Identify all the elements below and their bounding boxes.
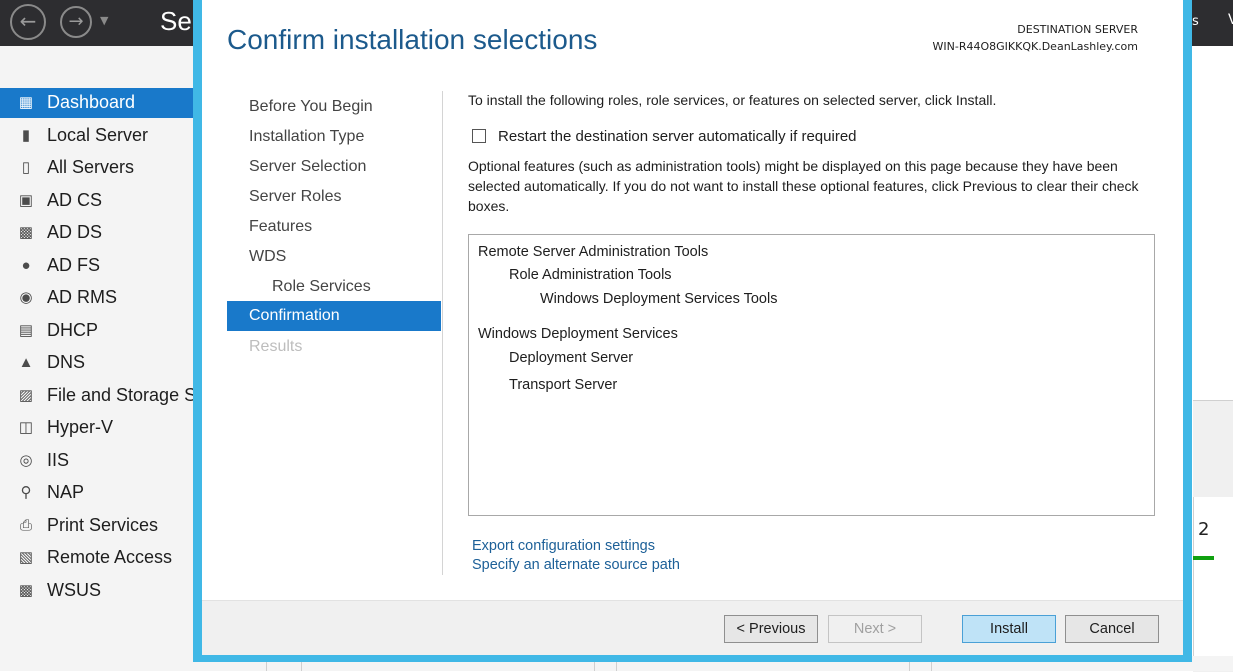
- federation-icon: ●: [21, 257, 31, 274]
- sidebar-item-dns[interactable]: ▲ DNS: [0, 348, 193, 378]
- step-confirmation[interactable]: Confirmation: [227, 301, 441, 331]
- sidebar-item-label: Local Server: [47, 125, 149, 145]
- iis-icon: ◎: [19, 452, 33, 469]
- selections-list[interactable]: Remote Server Administration Tools Role …: [468, 234, 1155, 516]
- list-item: Transport Server: [509, 377, 618, 393]
- sidebar-item-label: File and Storage Se: [47, 385, 193, 405]
- list-item: Role Administration Tools: [509, 267, 672, 283]
- sidebar-item-label: DHCP: [47, 320, 99, 340]
- directory-icon: ▩: [18, 224, 34, 241]
- step-label: Results: [249, 338, 303, 355]
- sidebar-item-nap[interactable]: ⚲ NAP: [0, 478, 193, 508]
- list-item: Remote Server Administration Tools: [478, 244, 709, 260]
- nap-icon: ⚲: [20, 484, 32, 501]
- servers-icon: ▯: [21, 159, 31, 176]
- install-button[interactable]: Install: [962, 615, 1056, 643]
- sidebar-item-label: WSUS: [47, 580, 101, 600]
- step-wds[interactable]: WDS: [227, 242, 441, 272]
- list-item: Windows Deployment Services: [478, 326, 678, 342]
- tile-status-bar: [1193, 556, 1214, 560]
- printer-icon: ⎙: [19, 517, 32, 534]
- sidebar-item-ad-fs[interactable]: ● AD FS: [0, 251, 193, 281]
- dns-icon: ▲: [18, 354, 34, 371]
- sidebar-item-label: AD RMS: [47, 287, 118, 307]
- step-label: Confirmation: [249, 307, 340, 324]
- step-label: Server Roles: [249, 188, 342, 205]
- destination-server-name: WIN-R44O8GIKKQK.DeanLashley.com: [932, 40, 1138, 53]
- step-label: Installation Type: [249, 128, 365, 145]
- step-label: Role Services: [272, 278, 371, 295]
- wizard-body: Confirm installation selections DESTINAT…: [202, 0, 1183, 655]
- sidebar-item-label: IIS: [47, 450, 70, 470]
- sidebar-item-label: Dashboard: [47, 92, 136, 112]
- sidebar-item-print-services[interactable]: ⎙ Print Services: [0, 511, 193, 541]
- sidebar-item-label: DNS: [47, 352, 86, 372]
- step-label: Before You Begin: [249, 98, 373, 115]
- step-role-services[interactable]: Role Services: [227, 272, 441, 302]
- dhcp-icon: ▤: [18, 322, 34, 339]
- rights-management-icon: ◉: [19, 289, 33, 306]
- dashboard-grid-icon: ▦: [18, 94, 34, 111]
- sidebar-item-label: Remote Access: [47, 547, 173, 567]
- next-button: Next >: [828, 615, 922, 643]
- step-label: Features: [249, 218, 313, 235]
- header-menu-fragment-2[interactable]: V: [1228, 12, 1233, 28]
- step-server-selection[interactable]: Server Selection: [227, 152, 441, 182]
- step-features[interactable]: Features: [227, 212, 441, 242]
- wizard-title: Confirm installation selections: [227, 24, 598, 55]
- certificate-icon: ▣: [18, 192, 34, 209]
- sidebar-item-ad-rms[interactable]: ◉ AD RMS: [0, 283, 193, 313]
- server-icon: ▮: [21, 127, 31, 144]
- previous-button[interactable]: < Previous: [724, 615, 818, 643]
- step-label: Server Selection: [249, 158, 367, 175]
- step-label: WDS: [249, 248, 287, 265]
- list-item: Deployment Server: [509, 350, 634, 366]
- sidebar-item-label: Hyper-V: [47, 417, 114, 437]
- tile-count: 2: [1198, 519, 1210, 540]
- alternate-source-link[interactable]: Specify an alternate source path: [472, 557, 680, 573]
- list-item: Windows Deployment Services Tools: [540, 291, 778, 307]
- restart-checkbox-label[interactable]: Restart the destination server automatic…: [498, 128, 857, 145]
- forward-arrow-icon[interactable]: →: [60, 6, 92, 38]
- sidebar-item-dashboard[interactable]: ▦ Dashboard: [0, 88, 193, 118]
- file-storage-icon: ▨: [18, 387, 34, 404]
- sidebar-item-all-servers[interactable]: ▯ All Servers: [0, 153, 193, 183]
- cancel-button[interactable]: Cancel: [1065, 615, 1159, 643]
- sidebar-item-iis[interactable]: ◎ IIS: [0, 446, 193, 476]
- sidebar-item-dhcp[interactable]: ▤ DHCP: [0, 316, 193, 346]
- hyperv-icon: ◫: [18, 419, 34, 436]
- sidebar-item-ad-cs[interactable]: ▣ AD CS: [0, 186, 193, 216]
- wsus-icon: ▩: [18, 582, 34, 599]
- optional-features-note: Optional features (such as administratio…: [468, 158, 1139, 214]
- restart-checkbox[interactable]: [472, 129, 486, 143]
- header-menu-fragment[interactable]: s: [1192, 14, 1199, 29]
- back-arrow-icon[interactable]: ←: [10, 4, 46, 40]
- sidebar-item-hyper-v[interactable]: ◫ Hyper-V: [0, 413, 193, 443]
- sidebar-item-local-server[interactable]: ▮ Local Server: [0, 121, 193, 151]
- export-configuration-link[interactable]: Export configuration settings: [472, 538, 655, 554]
- sidebar-item-label: AD DS: [47, 222, 103, 242]
- sidebar: ▦ Dashboard ▮ Local Server ▯ All Servers…: [0, 46, 194, 671]
- steps-divider: [442, 91, 443, 575]
- install-instructions: To install the following roles, role ser…: [468, 92, 997, 108]
- add-roles-wizard-dialog: Confirm installation selections DESTINAT…: [193, 0, 1192, 662]
- sidebar-item-remote-access[interactable]: ▧ Remote Access: [0, 543, 193, 573]
- sidebar-item-label: Print Services: [47, 515, 159, 535]
- wizard-footer: < Previous Next > Install Cancel: [202, 600, 1183, 655]
- sidebar-item-label: AD FS: [47, 255, 101, 275]
- sidebar-item-file-storage[interactable]: ▨ File and Storage Se: [0, 381, 193, 411]
- remote-access-icon: ▧: [18, 549, 34, 566]
- sidebar-item-label: AD CS: [47, 190, 103, 210]
- step-server-roles[interactable]: Server Roles: [227, 182, 441, 212]
- history-dropdown-icon[interactable]: ▼: [100, 14, 108, 27]
- step-before-you-begin[interactable]: Before You Begin: [227, 92, 441, 122]
- step-results: Results: [227, 332, 441, 362]
- sidebar-item-label: All Servers: [47, 157, 135, 177]
- sidebar-item-label: NAP: [47, 482, 85, 502]
- destination-server-label: DESTINATION SERVER: [1017, 23, 1138, 36]
- sidebar-item-ad-ds[interactable]: ▩ AD DS: [0, 218, 193, 248]
- step-installation-type[interactable]: Installation Type: [227, 122, 441, 152]
- sidebar-item-wsus[interactable]: ▩ WSUS: [0, 576, 193, 606]
